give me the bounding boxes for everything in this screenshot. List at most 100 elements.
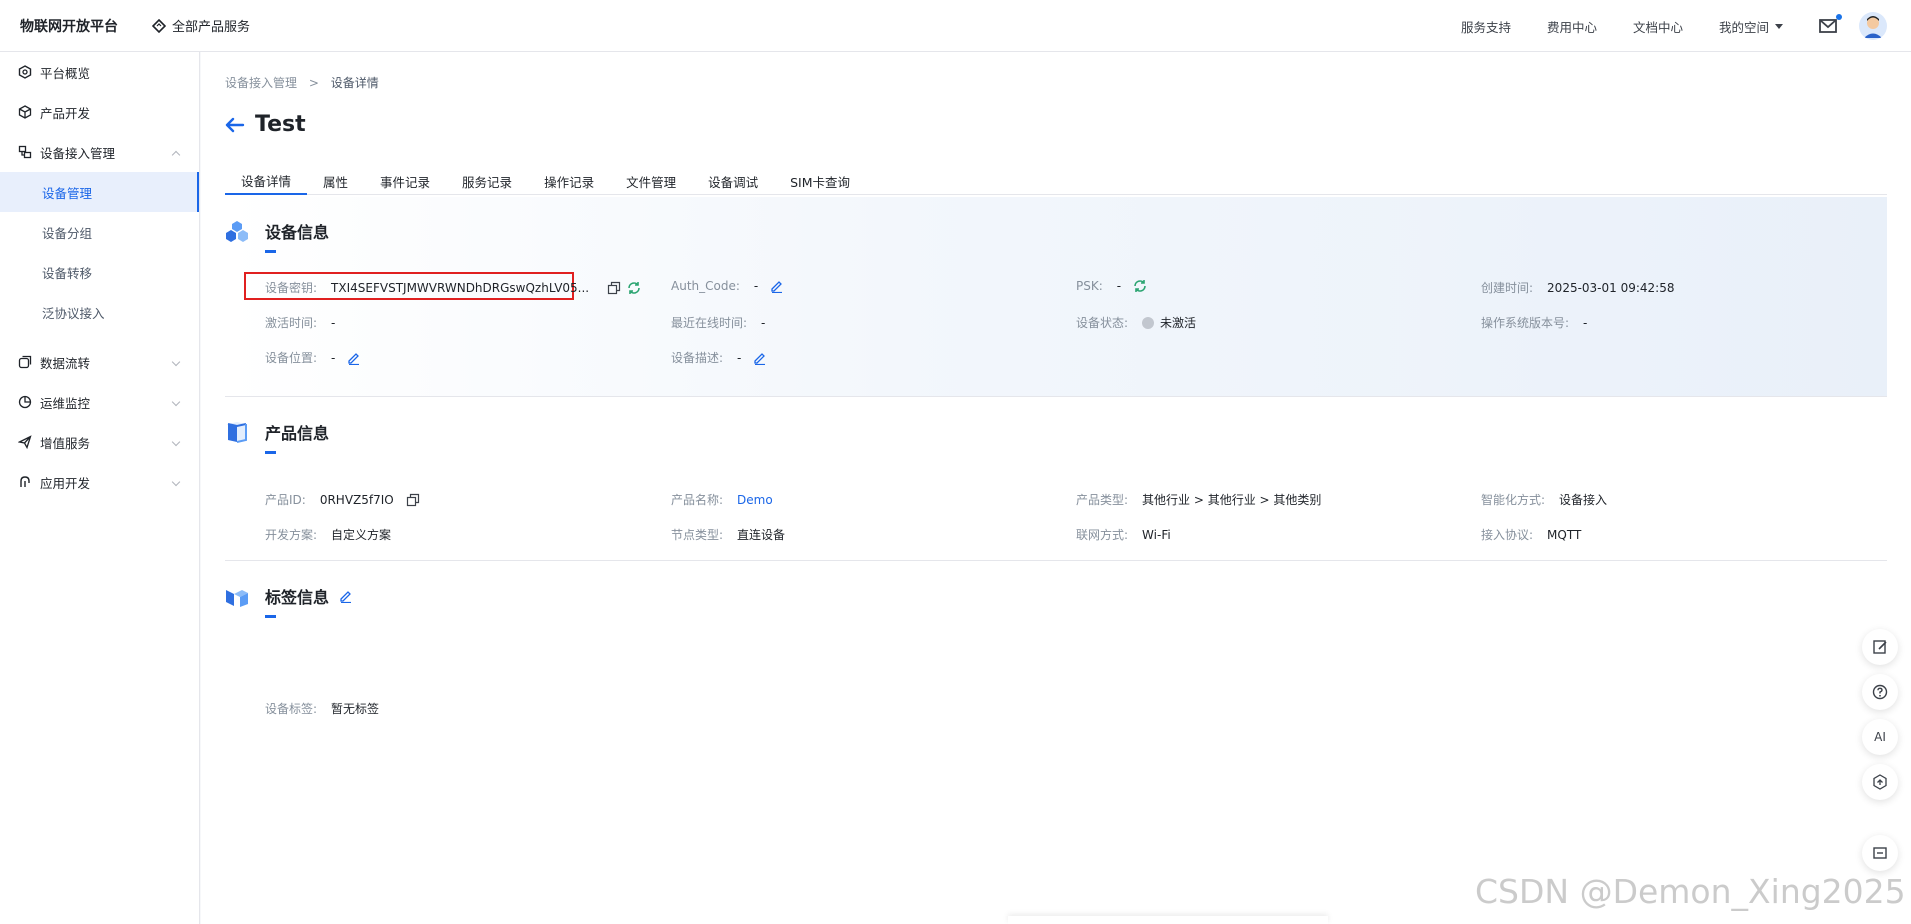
brand-title[interactable]: 物联网开放平台 (20, 16, 118, 36)
tab-operation-records[interactable]: 操作记录 (528, 167, 610, 195)
edit-icon[interactable] (347, 351, 361, 365)
tab-device-debug[interactable]: 设备调试 (692, 167, 774, 195)
smart-mode-field: 智能化方式: 设备接入 (1481, 491, 1607, 508)
monitor-icon (18, 395, 32, 409)
os-version-value: - (1583, 315, 1588, 330)
edit-icon[interactable] (339, 589, 353, 603)
sidebar-item-value-added[interactable]: 增值服务 (0, 422, 199, 462)
edit-note-icon (1873, 640, 1887, 654)
product-name-link[interactable]: Demo (737, 493, 773, 507)
caret-down-icon (1775, 23, 1783, 29)
panel-icon (1873, 847, 1887, 859)
tab-device-details[interactable]: 设备详情 (225, 167, 308, 195)
sidebar-item-label: 平台概览 (40, 65, 91, 81)
sidebar: 平台概览 产品开发 设备接入管理 设备管理 设备分组 设备转移 泛协议接入 数据… (0, 52, 200, 924)
smart-mode-value: 设备接入 (1559, 493, 1608, 507)
sidebar-item-overview[interactable]: 平台概览 (0, 52, 199, 92)
sidebar-subitem-device-management[interactable]: 设备管理 (0, 172, 199, 212)
upload-button[interactable] (1862, 764, 1898, 800)
auth-code-value: - (753, 279, 759, 293)
cube-icon (18, 105, 32, 119)
sidebar-subitem-generic-protocol[interactable]: 泛协议接入 (0, 292, 199, 332)
sidebar-item-label: 应用开发 (40, 475, 91, 491)
chevron-down-icon (171, 437, 181, 447)
sidebar-item-app-dev[interactable]: 应用开发 (0, 462, 199, 502)
product-id-value: 0RHVZ5f7IO (319, 492, 394, 507)
field-label: 联网方式: (1076, 528, 1129, 542)
field-label: 激活时间: (265, 316, 318, 330)
all-products-button[interactable]: 全部产品服务 (152, 16, 250, 35)
back-arrow-icon[interactable] (225, 117, 245, 133)
refresh-icon[interactable] (1133, 279, 1147, 293)
help-button[interactable] (1862, 674, 1898, 710)
device-info-section: 设备信息 设备密钥: TXI4SEFVSTJMWVRWNDhDRGswQzhLV… (225, 197, 1887, 397)
node-type-value: 直连设备 (737, 528, 786, 542)
ai-assistant-button[interactable]: AI (1862, 719, 1898, 755)
tab-sim-query[interactable]: SIM卡查询 (774, 167, 866, 195)
psk-value: - (1116, 279, 1122, 293)
copy-icon[interactable] (607, 281, 621, 295)
status-inactive-icon (1142, 316, 1155, 329)
tab-properties[interactable]: 属性 (307, 167, 364, 195)
sidebar-item-label: 数据流转 (40, 355, 91, 371)
device-cubes-icon (226, 221, 248, 242)
all-products-label: 全部产品服务 (172, 20, 251, 35)
field-label: 开发方案: (265, 528, 318, 542)
device-secret-field: 设备密钥: TXI4SEFVSTJMWVRWNDhDRGswQzhLV05... (265, 279, 641, 296)
breadcrumb-current: 设备详情 (330, 76, 379, 90)
section-underline (265, 451, 276, 454)
dev-plan-field: 开发方案: 自定义方案 (265, 526, 391, 543)
section-underline (265, 615, 276, 618)
chevron-up-icon (171, 150, 181, 160)
field-label: 节点类型: (671, 528, 724, 542)
nav-docs-center[interactable]: 文档中心 (1633, 17, 1683, 36)
device-tag-field: 设备标签: 暂无标签 (265, 700, 379, 717)
field-label: 产品名称: (671, 493, 724, 507)
copy-icon[interactable] (406, 493, 420, 507)
chevron-down-icon (171, 477, 181, 487)
user-avatar[interactable] (1859, 12, 1887, 40)
field-label: Auth_Code: (671, 279, 740, 293)
product-info-title: 产品信息 (265, 424, 330, 443)
breadcrumb: 设备接入管理 > 设备详情 (225, 74, 379, 91)
network-value: Wi-Fi (1142, 527, 1171, 542)
main-content: 设备接入管理 > 设备详情 Test 设备详情 属性 事件记录 服务记录 操作记… (201, 52, 1911, 924)
sidebar-item-product-dev[interactable]: 产品开发 (0, 92, 199, 132)
protocol-field: 接入协议: MQTT (1481, 526, 1581, 543)
cloud-upload-icon (1873, 774, 1887, 790)
sidebar-item-data-flow[interactable]: 数据流转 (0, 342, 199, 382)
created-time-value: 2025-03-01 09:42:58 (1547, 280, 1675, 295)
field-label: 接入协议: (1481, 528, 1534, 542)
refresh-icon[interactable] (627, 281, 641, 295)
field-label: 创建时间: (1481, 281, 1534, 295)
node-type-field: 节点类型: 直连设备 (671, 526, 785, 543)
sidebar-item-ops-monitor[interactable]: 运维监控 (0, 382, 199, 422)
tab-bar: 设备详情 属性 事件记录 服务记录 操作记录 文件管理 设备调试 SIM卡查询 (225, 167, 1887, 195)
device-status-value: 未激活 (1160, 316, 1197, 330)
my-space-label: 我的空间 (1718, 19, 1769, 35)
breadcrumb-parent[interactable]: 设备接入管理 (225, 76, 297, 90)
tab-file-management[interactable]: 文件管理 (610, 167, 692, 195)
ai-label: AI (1874, 730, 1886, 744)
mail-button[interactable] (1819, 14, 1842, 33)
sidebar-subitem-device-transfer[interactable]: 设备转移 (0, 252, 199, 292)
sidebar-subitem-device-group[interactable]: 设备分组 (0, 212, 199, 252)
field-label: 操作系统版本号: (1481, 316, 1570, 330)
sidebar-item-label: 设备接入管理 (40, 145, 116, 161)
sidebar-item-device-access[interactable]: 设备接入管理 (0, 132, 199, 172)
nav-billing-center[interactable]: 费用中心 (1547, 17, 1597, 36)
field-label: 设备标签: (265, 702, 318, 716)
feedback-button[interactable] (1862, 629, 1898, 665)
activated-time-value: - (331, 315, 336, 330)
page-title: Test (255, 112, 306, 137)
auth-code-field: Auth_Code: - (671, 279, 784, 293)
tab-event-records[interactable]: 事件记录 (364, 167, 446, 195)
tab-service-records[interactable]: 服务记录 (446, 167, 528, 195)
chevron-down-icon (171, 397, 181, 407)
my-space-dropdown[interactable]: 我的空间 (1719, 17, 1783, 36)
collapse-panel-button[interactable] (1862, 835, 1898, 871)
edit-icon[interactable] (770, 279, 784, 293)
edit-icon[interactable] (753, 351, 767, 365)
nav-service-support[interactable]: 服务支持 (1461, 17, 1511, 36)
breadcrumb-separator: > (308, 76, 319, 90)
